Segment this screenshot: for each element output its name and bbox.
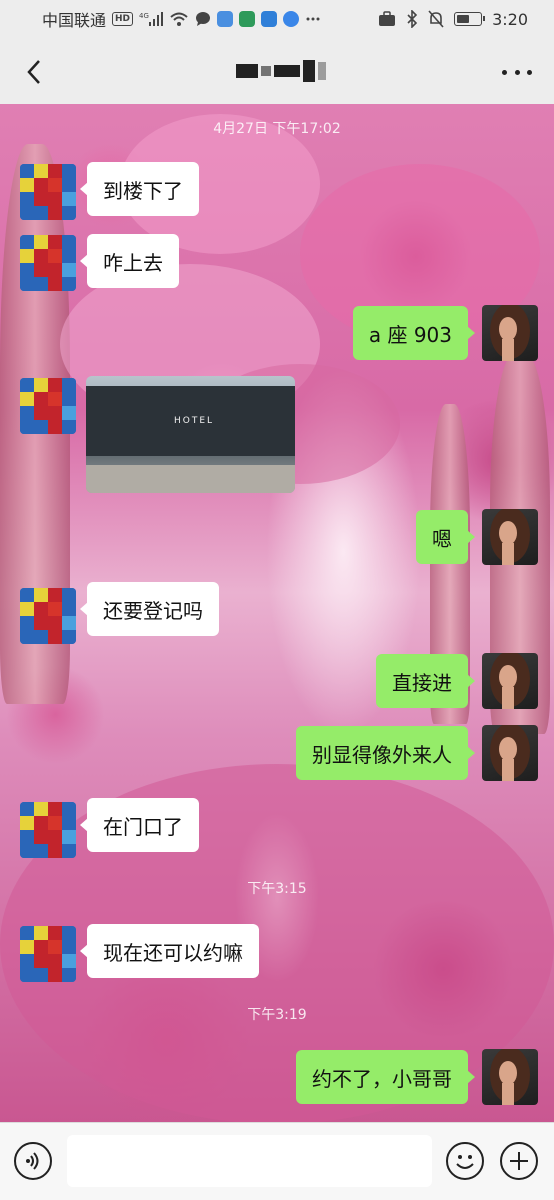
message-bubble[interactable]: 约不了，小哥哥 xyxy=(296,1050,475,1104)
emoji-icon xyxy=(456,1155,474,1169)
emoji-button[interactable] xyxy=(446,1142,484,1180)
battery-icon xyxy=(454,12,486,26)
message-bubble[interactable]: 直接进 xyxy=(376,654,475,708)
voice-icon xyxy=(26,1152,39,1170)
avatar[interactable] xyxy=(20,378,76,434)
signal-label: 4G xyxy=(139,12,149,20)
message-bubble[interactable]: a 座 903 xyxy=(352,306,476,360)
avatar[interactable] xyxy=(482,725,538,781)
chevron-left-icon xyxy=(27,60,40,84)
plus-icon xyxy=(510,1152,528,1170)
back-button[interactable] xyxy=(14,52,54,92)
avatar[interactable] xyxy=(482,509,538,565)
briefcase-icon xyxy=(378,11,396,27)
avatar[interactable] xyxy=(482,1049,538,1105)
message-bubble[interactable]: 嗯 xyxy=(416,510,475,564)
message-input[interactable] xyxy=(67,1135,432,1187)
chat-title-redacted xyxy=(236,60,326,82)
message-bubble[interactable]: 到楼下了 xyxy=(80,162,199,216)
timestamp: 4月27日 下午17:02 xyxy=(213,121,341,137)
message-icon xyxy=(195,11,211,27)
avatar[interactable] xyxy=(20,235,76,291)
message-bubble[interactable]: 在门口了 xyxy=(80,798,199,852)
photo-ground xyxy=(86,465,295,493)
chat-header xyxy=(0,38,554,104)
plus-button[interactable] xyxy=(500,1142,538,1180)
app-icon xyxy=(239,11,256,27)
status-time: 3:20 xyxy=(492,9,528,29)
message-bubble[interactable]: 别显得像外来人 xyxy=(296,726,475,780)
status-bar: 中国联通 HD 4G 3:20 xyxy=(0,0,554,38)
signal-icon: 4G xyxy=(139,11,164,27)
browser-icon xyxy=(283,11,300,27)
more-dots-icon xyxy=(502,69,507,75)
avatar[interactable] xyxy=(20,164,76,220)
music-icon xyxy=(217,11,234,27)
avatar[interactable] xyxy=(20,588,76,644)
mute-bell-icon xyxy=(428,10,444,28)
timestamp: 下午3:19 xyxy=(247,1007,307,1023)
hd-icon: HD xyxy=(112,12,134,26)
input-bar xyxy=(0,1122,554,1200)
message-bubble[interactable]: 现在还可以约嘛 xyxy=(80,924,259,978)
photo-sign: HOTEL xyxy=(174,416,215,426)
more-options-button[interactable] xyxy=(502,60,532,84)
wifi-icon xyxy=(169,11,189,27)
message-bubble[interactable]: 还要登记吗 xyxy=(80,582,219,636)
avatar[interactable] xyxy=(20,926,76,982)
chat-area[interactable]: 4月27日 下午17:02 到楼下了 咋上去 a 座 903 HOTEL 嗯 还… xyxy=(0,104,554,1122)
more-dots-icon xyxy=(305,11,321,27)
image-message[interactable]: HOTEL xyxy=(86,376,295,493)
avatar[interactable] xyxy=(20,802,76,858)
timestamp: 下午3:15 xyxy=(247,881,307,897)
voice-button[interactable] xyxy=(14,1142,52,1180)
avatar[interactable] xyxy=(482,653,538,709)
bluetooth-icon xyxy=(406,10,418,28)
message-bubble[interactable]: 咋上去 xyxy=(80,234,179,288)
avatar[interactable] xyxy=(482,305,538,361)
cloud-icon xyxy=(261,11,278,27)
carrier-label: 中国联通 xyxy=(42,11,107,30)
